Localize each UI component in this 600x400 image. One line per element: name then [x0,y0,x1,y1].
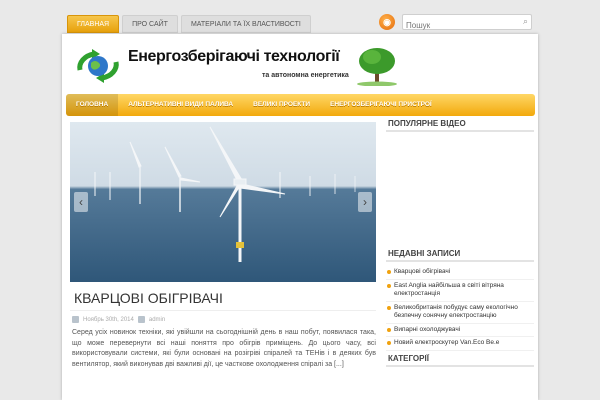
video-widget[interactable] [386,136,534,246]
sidebar: ПОПУЛЯРНЕ ВІДЕО НЕДАВНІ ЗАПИСИ Кварцові … [386,116,534,371]
recent-post-link[interactable]: East Anglia найбільша в світі вітряна ел… [386,280,534,302]
post-excerpt: Серед усіх новинок техніки, які увійшли … [72,329,376,368]
topnav-item-about[interactable]: ПРО САЙТ [122,15,178,33]
mainnav-item-big-projects[interactable]: ВЕЛИКІ ПРОЕКТИ [243,94,320,116]
topnav-item-home[interactable]: ГЛАВНАЯ [67,15,120,33]
wind-farm-image [94,126,356,262]
slider-next-icon[interactable]: › [358,192,372,212]
post-title[interactable]: КВАРЦОВІ ОБІГРІВАЧІ [70,290,376,306]
post-author[interactable]: admin [149,317,165,323]
topnav-item-materials[interactable]: МАТЕРІАЛИ ТА ЇХ ВЛАСТИВОСТІ [180,15,311,33]
top-bar: ГЛАВНАЯ ПРО САЙТ МАТЕРІАЛИ ТА ЇХ ВЛАСТИВ… [0,0,600,34]
globe-recycle-logo-icon[interactable] [74,48,122,84]
top-navigation: ГЛАВНАЯ ПРО САЙТ МАТЕРІАЛИ ТА ЇХ ВЛАСТИВ… [67,15,314,33]
slider-prev-icon[interactable]: ‹ [74,192,88,212]
recent-post-link[interactable]: Випарні охолоджувачі [386,324,534,337]
post-meta: Ноябрь 30th, 2014 admin [72,316,165,323]
site-title[interactable]: Енергозберігаючі технології [128,48,340,66]
recent-post-link[interactable]: Кварцові обігрівачі [386,266,534,280]
recent-post-link[interactable]: Великобританія побудує саму екологічно б… [386,302,534,324]
widget-title-categories: КАТЕГОРІЇ [386,351,534,367]
featured-slider[interactable]: ‹ › [70,122,376,282]
page-wrapper: Енергозберігаючі технології та автономна… [62,34,538,400]
rss-icon[interactable]: ◉ [379,14,395,30]
search-input[interactable] [403,18,513,33]
tree-icon [357,48,397,86]
mainnav-item-home[interactable]: ГОЛОВНА [66,94,119,116]
recent-posts-list: Кварцові обігрівачі East Anglia найбільш… [386,266,534,351]
mainnav-item-alt-fuel[interactable]: АЛЬТЕРНАТИВНІ ВИДИ ПАЛИВА [118,94,243,116]
post-date: Ноябрь 30th, 2014 [83,316,134,323]
calendar-icon [72,316,79,323]
user-icon [137,316,145,323]
widget-title-recent: НЕДАВНІ ЗАПИСИ [386,246,534,262]
search-box: ⌕ [402,14,532,33]
recent-post-link[interactable]: Новий електроскутер Van.Eco Be.e [386,337,534,351]
post-header: КВАРЦОВІ ОБІГРІВАЧІ [70,290,376,311]
search-icon[interactable]: ⌕ [523,16,528,27]
main-navigation: ГОЛОВНА АЛЬТЕРНАТИВНІ ВИДИ ПАЛИВА ВЕЛИКІ… [66,94,535,116]
site-subtitle: та автономна енергетика [262,72,349,79]
mainnav-item-devices[interactable]: ЕНЕРГОЗБЕРІГАЮЧІ ПРИСТРОЇ [320,94,442,116]
widget-title-video: ПОПУЛЯРНЕ ВІДЕО [386,116,534,132]
